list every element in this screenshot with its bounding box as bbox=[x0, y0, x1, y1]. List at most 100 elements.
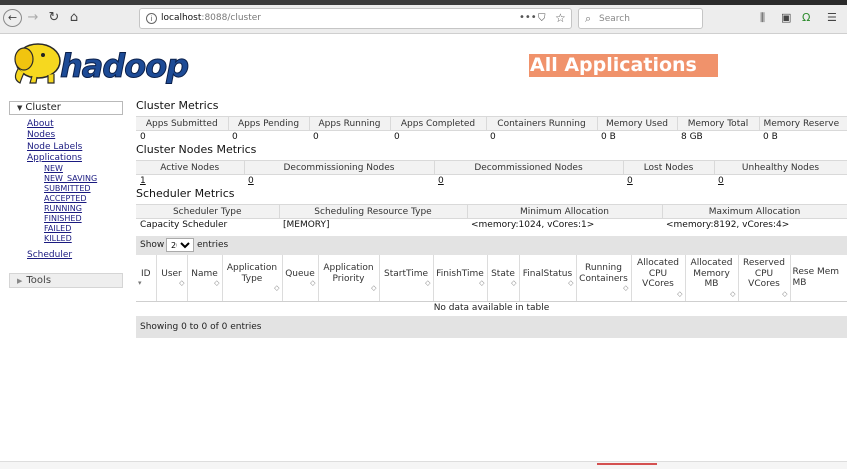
column-header-user[interactable]: User ◇ bbox=[156, 255, 188, 302]
entries-label: entries bbox=[197, 240, 229, 250]
column-header: Apps Submitted bbox=[136, 116, 229, 131]
menu-icon[interactable]: ☰ bbox=[827, 11, 837, 24]
scheduler-metrics-table: Scheduler Type Scheduling Resource Type … bbox=[136, 204, 847, 232]
sidebar-item-running[interactable]: RUNNING bbox=[44, 204, 123, 214]
table-cell: 8 GB bbox=[681, 132, 703, 143]
back-icon[interactable]: ← bbox=[3, 9, 22, 27]
sidebar-item-scheduler[interactable]: Scheduler bbox=[27, 250, 123, 261]
extension-icon[interactable]: Ω bbox=[802, 11, 810, 24]
table-cell: 0 bbox=[140, 132, 146, 143]
column-header: Memory Total bbox=[677, 116, 760, 131]
table-header-row: ID ▾ User ◇ Name ◇ Application Type ◇ Queue ◇… bbox=[136, 255, 847, 302]
logo-wordmark: hadoop bbox=[60, 47, 188, 85]
page-size-select[interactable]: 20 bbox=[166, 238, 194, 252]
sort-icon: ◇ bbox=[677, 289, 683, 298]
lost-nodes-link[interactable]: 0 bbox=[623, 175, 714, 188]
table-row: 0 0 0 0 0 0 B 8 GB 0 B bbox=[136, 131, 847, 144]
sidebar-item-accepted[interactable]: ACCEPTED bbox=[44, 194, 123, 204]
tab-strip bbox=[0, 0, 847, 5]
sort-icon: ◇ bbox=[479, 279, 485, 287]
sort-icon: ◇ bbox=[511, 279, 517, 287]
column-header-id[interactable]: ID ▾ bbox=[136, 255, 157, 302]
sidebar-tools-header[interactable]: ▶ Tools bbox=[9, 273, 123, 288]
sidebar-item-failed[interactable]: FAILED bbox=[44, 224, 123, 234]
column-header-allocated-cpu[interactable]: Allocated CPU VCores ◇ bbox=[631, 255, 686, 302]
scheduler-metrics-title: Scheduler Metrics bbox=[136, 187, 235, 200]
sidebar-item-killed[interactable]: KILLED bbox=[44, 234, 123, 244]
column-header: Apps Completed bbox=[390, 116, 487, 131]
column-header-starttime[interactable]: StartTime ◇ bbox=[379, 255, 434, 302]
column-header-state[interactable]: State ◇ bbox=[487, 255, 520, 302]
column-header: Minimum Allocation bbox=[467, 204, 663, 219]
active-nodes-link[interactable]: 1 bbox=[136, 175, 244, 188]
column-header-reserved-memory[interactable]: Rese Mem MB bbox=[790, 255, 847, 302]
column-header-queue[interactable]: Queue ◇ bbox=[282, 255, 319, 302]
expand-triangle-icon: ▶ bbox=[17, 277, 23, 285]
column-header: Maximum Allocation bbox=[662, 204, 847, 219]
column-header: Containers Running bbox=[486, 116, 598, 131]
table-row: Capacity Scheduler [MEMORY] <memory:1024… bbox=[136, 219, 847, 232]
column-header-name[interactable]: Name ◇ bbox=[187, 255, 223, 302]
column-header: Scheduler Type bbox=[136, 204, 280, 219]
cluster-nodes-metrics-table: Active Nodes Decommissioning Nodes Decom… bbox=[136, 160, 847, 188]
table-cell: <memory:1024, vCores:1> bbox=[471, 220, 595, 231]
table-cell: 0 bbox=[490, 132, 496, 143]
sidebar-item-new-saving[interactable]: NEW_SAVING bbox=[44, 174, 123, 184]
table-header-row: Active Nodes Decommissioning Nodes Decom… bbox=[136, 160, 847, 175]
sidebar-icon[interactable]: ▣ bbox=[781, 11, 791, 24]
decommissioning-nodes-link[interactable]: 0 bbox=[244, 175, 434, 188]
table-cell: 0 bbox=[313, 132, 319, 143]
hadoop-logo[interactable]: hadoop bbox=[10, 39, 206, 87]
sidebar-item-new[interactable]: NEW bbox=[44, 164, 123, 174]
sidebar-item-node-labels[interactable]: Node Labels bbox=[27, 142, 123, 153]
column-header-finalstatus[interactable]: FinalStatus ◇ bbox=[519, 255, 577, 302]
sort-icon: ◇ bbox=[425, 279, 431, 287]
decommissioned-nodes-link[interactable]: 0 bbox=[434, 175, 623, 188]
reload-icon[interactable]: ↻ bbox=[47, 9, 61, 27]
cluster-nodes-metrics-title: Cluster Nodes Metrics bbox=[136, 143, 257, 156]
home-icon[interactable]: ⌂ bbox=[67, 9, 81, 27]
column-header-allocated-memory[interactable]: Allocated Memory MB ◇ bbox=[685, 255, 739, 302]
show-entries-bar: Show 20 entries bbox=[136, 236, 847, 255]
sidebar-item-nodes[interactable]: Nodes bbox=[27, 130, 123, 141]
cluster-metrics-title: Cluster Metrics bbox=[136, 99, 219, 112]
cluster-metrics-table: Apps Submitted Apps Pending Apps Running… bbox=[136, 116, 847, 144]
sort-icon: ◇ bbox=[782, 289, 788, 298]
column-header-finishtime[interactable]: FinishTime ◇ bbox=[433, 255, 488, 302]
column-header-application-priority[interactable]: Application Priority ◇ bbox=[318, 255, 380, 302]
page-title: All Applications bbox=[529, 54, 718, 77]
unhealthy-nodes-link[interactable]: 0 bbox=[714, 175, 847, 188]
search-icon: ⌕ bbox=[585, 12, 592, 25]
applications-table: ID ▾ User ◇ Name ◇ Application Type ◇ Queue ◇… bbox=[136, 255, 847, 315]
table-cell: 0 bbox=[394, 132, 400, 143]
pocket-icon[interactable]: ⛉ bbox=[538, 13, 546, 24]
sidebar-cluster-header[interactable]: ▼ Cluster bbox=[9, 101, 123, 115]
bookmark-star-icon[interactable]: ☆ bbox=[555, 11, 566, 25]
forward-icon[interactable]: → bbox=[26, 9, 40, 27]
sidebar-item-finished[interactable]: FINISHED bbox=[44, 214, 123, 224]
column-header-reserved-cpu[interactable]: Reserved CPU VCores ◇ bbox=[738, 255, 791, 302]
sort-icon: ◇ bbox=[179, 279, 185, 287]
table-cell: 0 B bbox=[763, 132, 778, 143]
sort-icon: ◇ bbox=[214, 279, 220, 287]
column-header: Apps Pending bbox=[228, 116, 310, 131]
table-row: 1 0 0 0 0 bbox=[136, 175, 847, 188]
cluster-menu: About Nodes Node Labels Applications NEW… bbox=[9, 115, 123, 261]
page-actions-icon[interactable]: ••• bbox=[519, 12, 537, 23]
sidebar-item-about[interactable]: About bbox=[27, 119, 123, 130]
sidebar-item-applications[interactable]: Applications bbox=[27, 153, 123, 164]
library-icon[interactable]: ⫼ bbox=[760, 11, 765, 25]
column-header-application-type[interactable]: Application Type ◇ bbox=[222, 255, 283, 302]
column-header: Apps Running bbox=[309, 116, 391, 131]
url-text[interactable]: localhost:8088/cluster bbox=[161, 13, 261, 23]
empty-table-message: No data available in table bbox=[433, 303, 550, 314]
column-header-running-containers[interactable]: Running Containers ◇ bbox=[576, 255, 632, 302]
sidebar-item-submitted[interactable]: SUBMITTED bbox=[44, 184, 123, 194]
column-header: Decommissioned Nodes bbox=[434, 160, 624, 175]
collapse-triangle-icon: ▼ bbox=[17, 104, 23, 112]
info-icon[interactable]: i bbox=[146, 13, 157, 24]
table-cell: Capacity Scheduler bbox=[140, 220, 228, 231]
url-bar[interactable]: i localhost:8088/cluster ••• ⛉ ☆ bbox=[139, 8, 572, 29]
show-label: Show bbox=[140, 240, 165, 250]
search-input[interactable]: ⌕ Search bbox=[578, 8, 703, 29]
